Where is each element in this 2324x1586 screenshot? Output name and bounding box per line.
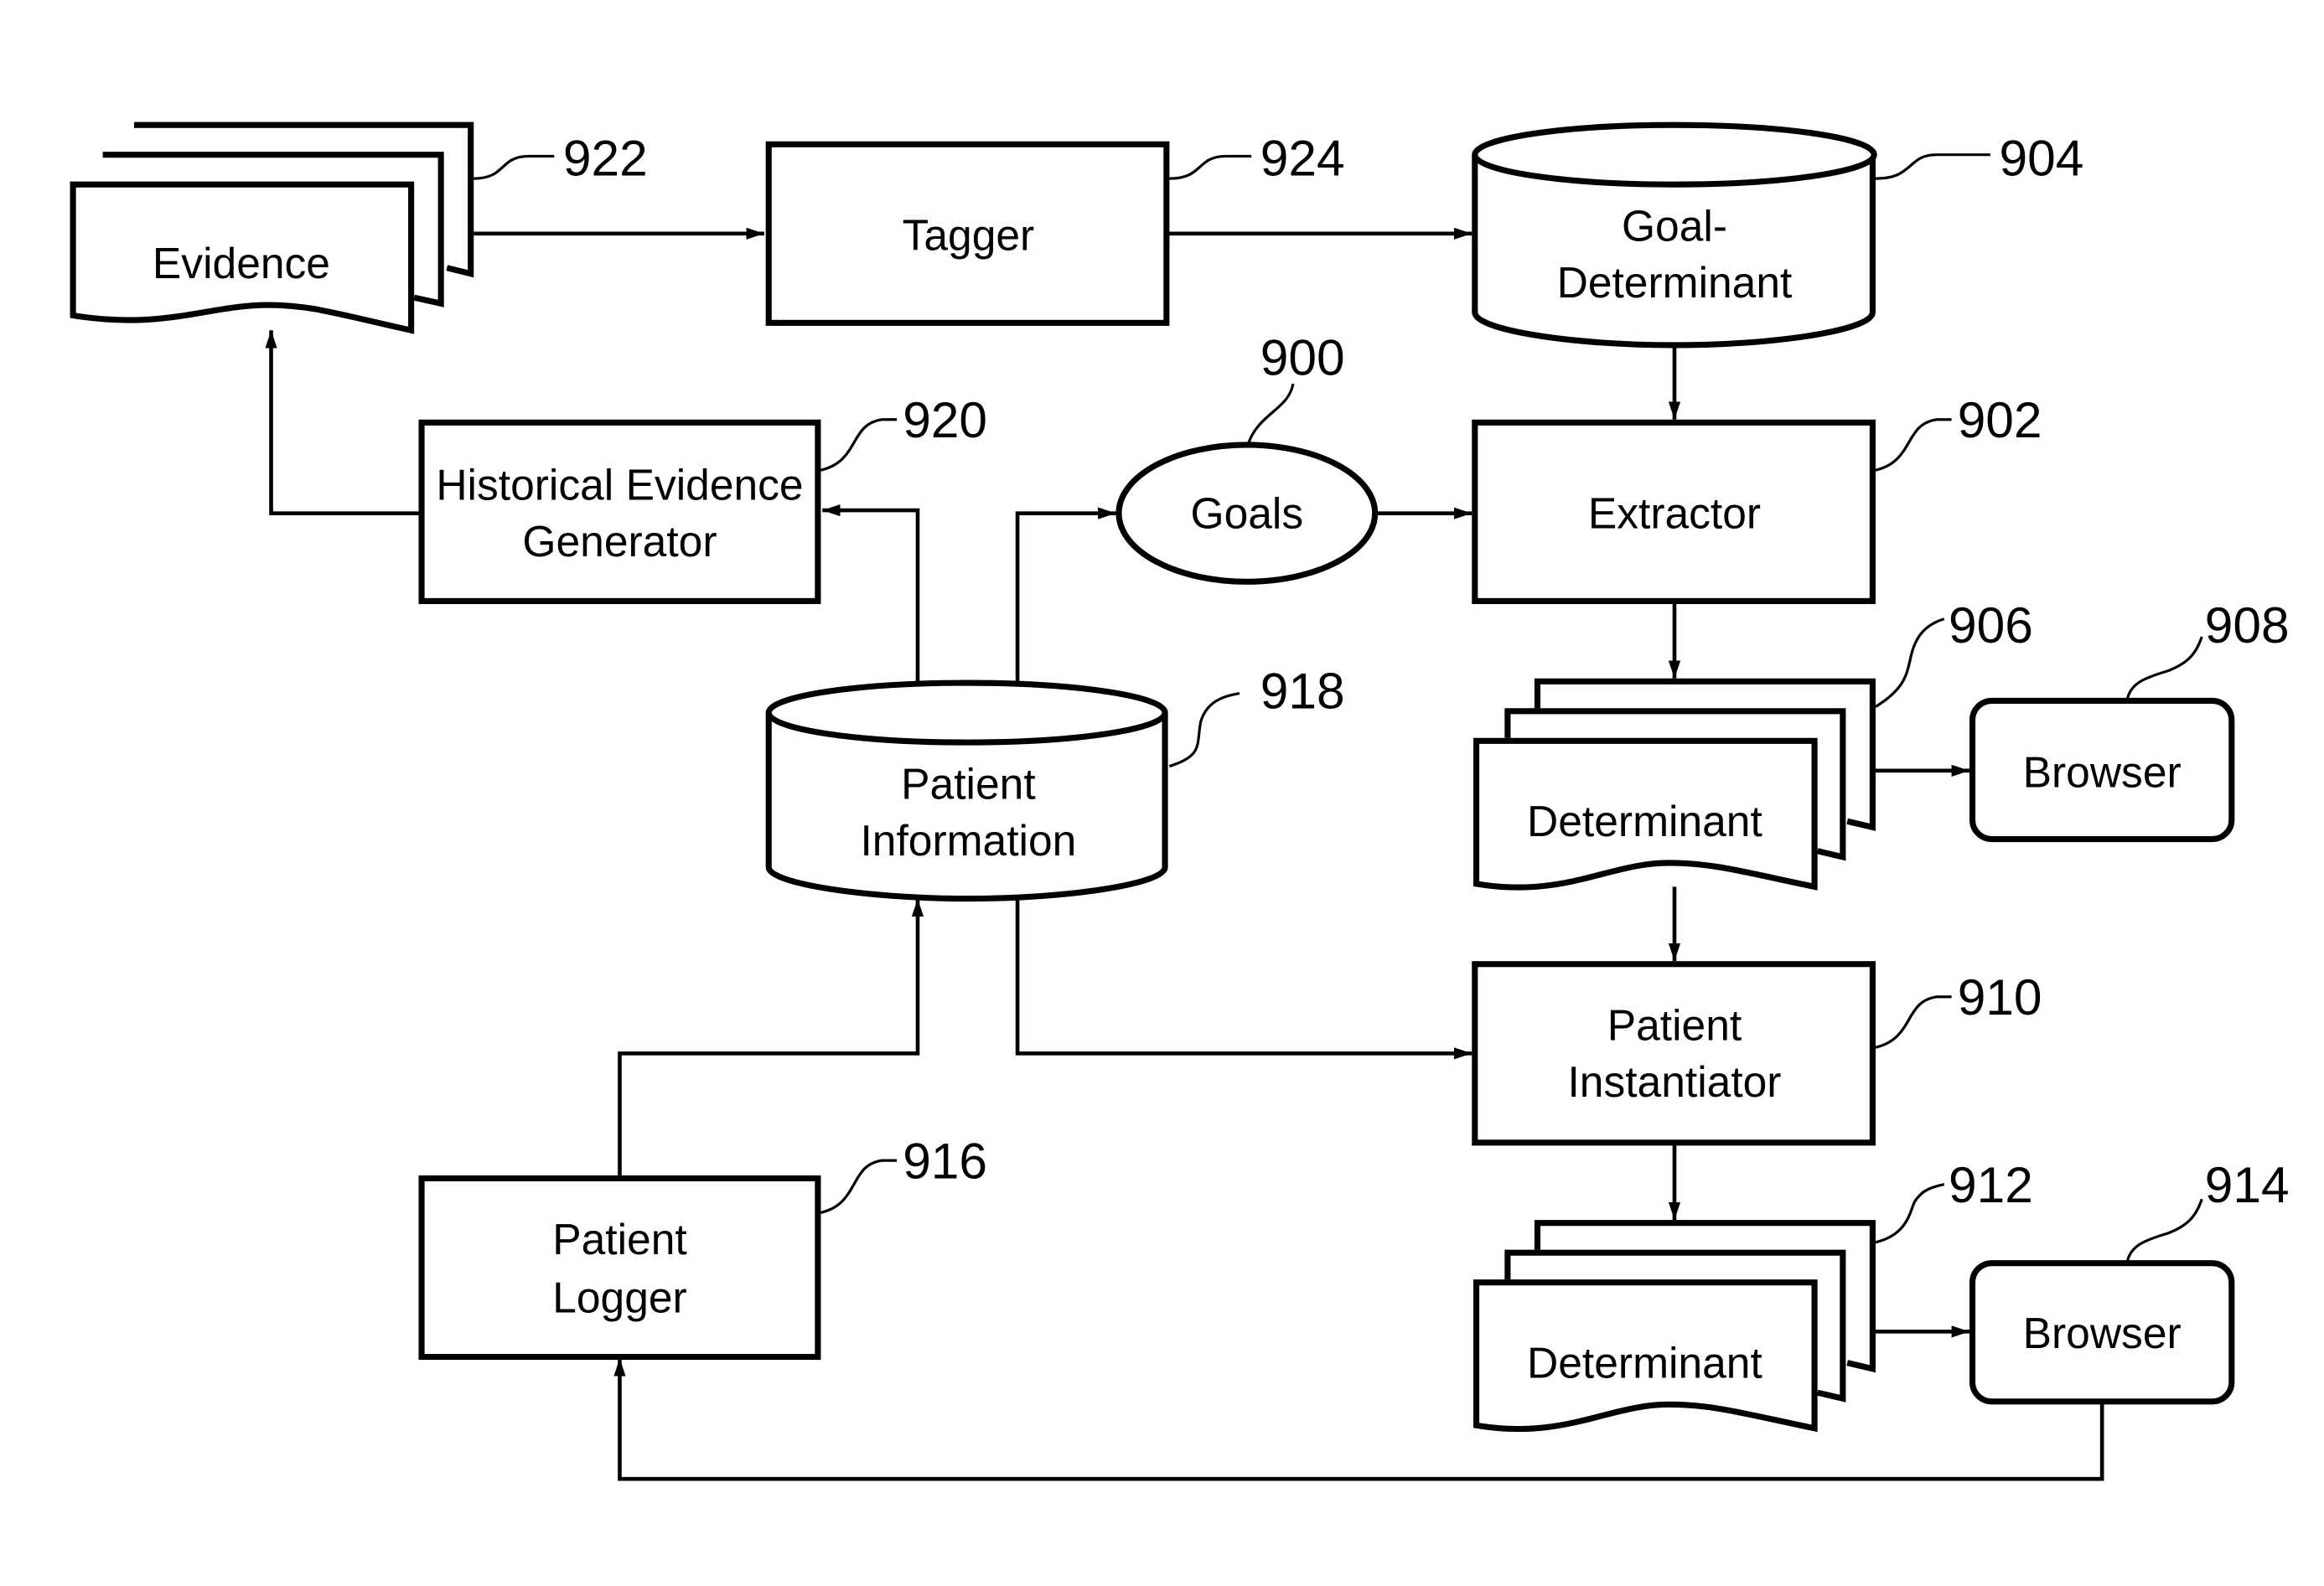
edge-patient-info-to-instantiator <box>1015 898 1473 1060</box>
edge-patient-info-to-goals <box>1015 507 1116 685</box>
patient-information-label-line1: Patient <box>901 760 1035 808</box>
node-goals[interactable]: Goals 900 <box>1115 329 1379 585</box>
ref-912: 912 <box>1949 1156 2033 1213</box>
leader-918 <box>1168 691 1240 768</box>
node-determinant-906[interactable]: Determinant 906 <box>1473 597 2033 891</box>
leader-914 <box>2125 1198 2203 1263</box>
edge-patient-logger-to-patient-info <box>618 898 924 1175</box>
ref-910: 910 <box>1958 969 2042 1025</box>
ref-918: 918 <box>1260 662 1345 719</box>
leader-902 <box>1875 418 1952 472</box>
patient-logger-label-line2: Logger <box>552 1273 687 1321</box>
goal-determinant-label-line1: Goal- <box>1622 202 1727 251</box>
patient-information-label-line2: Information <box>860 816 1076 865</box>
ref-916: 916 <box>903 1132 987 1189</box>
tagger-label: Tagger <box>903 210 1035 259</box>
leader-906 <box>1875 617 1945 708</box>
node-goal-determinant[interactable]: Goal- Determinant 904 <box>1472 121 2084 349</box>
node-patient-instantiator[interactable]: Patient Instantiator 910 <box>1472 961 2042 1146</box>
patient-logger-label-line1: Patient <box>552 1215 686 1263</box>
ref-908: 908 <box>2205 597 2290 654</box>
leader-908 <box>2125 636 2203 700</box>
node-determinant-912[interactable]: Determinant 912 <box>1473 1156 2033 1433</box>
leader-912 <box>1875 1182 1945 1244</box>
historical-generator-label-line1: Historical Evidence <box>436 461 803 509</box>
node-evidence[interactable]: Evidence 922 <box>70 121 648 334</box>
leader-910 <box>1875 995 1952 1049</box>
node-patient-logger[interactable]: Patient Logger 916 <box>418 1132 987 1361</box>
patient-instantiator-label-line1: Patient <box>1607 1000 1742 1049</box>
leader-922 <box>474 154 555 180</box>
node-tagger[interactable]: Tagger 924 <box>765 130 1345 326</box>
node-historical-evidence-generator[interactable]: Historical Evidence Generator 920 <box>418 391 987 604</box>
node-patient-information[interactable]: Patient Information 918 <box>765 662 1345 902</box>
ref-922: 922 <box>563 130 648 187</box>
browser-908-label: Browser <box>2023 747 2182 796</box>
goals-label: Goals <box>1190 488 1303 537</box>
leader-904 <box>1875 153 1990 180</box>
node-extractor[interactable]: Extractor 902 <box>1472 391 2042 604</box>
leader-920 <box>820 418 898 472</box>
edge-historical-generator-to-evidence <box>265 330 421 515</box>
goal-determinant-label-line2: Determinant <box>1557 258 1793 307</box>
evidence-label: Evidence <box>153 239 330 287</box>
ref-900: 900 <box>1260 329 1345 386</box>
ref-906: 906 <box>1949 597 2033 654</box>
leader-900 <box>1247 383 1295 444</box>
determinant-906-label: Determinant <box>1527 797 1762 845</box>
ref-914: 914 <box>2205 1156 2290 1213</box>
browser-914-label: Browser <box>2023 1309 2182 1357</box>
system-flow-diagram: Evidence 922 Tagger 924 Goal- Determinan… <box>70 121 2290 1481</box>
ref-924: 924 <box>1260 130 1345 187</box>
ref-920: 920 <box>903 391 987 448</box>
historical-generator-label-line2: Generator <box>522 517 717 566</box>
patient-instantiator-label-line2: Instantiator <box>1567 1057 1781 1106</box>
edge-patient-info-to-historical-generator <box>822 504 920 685</box>
extractor-label: Extractor <box>1588 488 1761 537</box>
determinant-912-label: Determinant <box>1527 1338 1762 1387</box>
leader-924 <box>1169 154 1252 180</box>
ref-904: 904 <box>1999 130 2083 187</box>
leader-916 <box>820 1159 898 1214</box>
edge-browser-914-to-patient-logger <box>613 1358 2104 1481</box>
ref-902: 902 <box>1958 391 2042 448</box>
